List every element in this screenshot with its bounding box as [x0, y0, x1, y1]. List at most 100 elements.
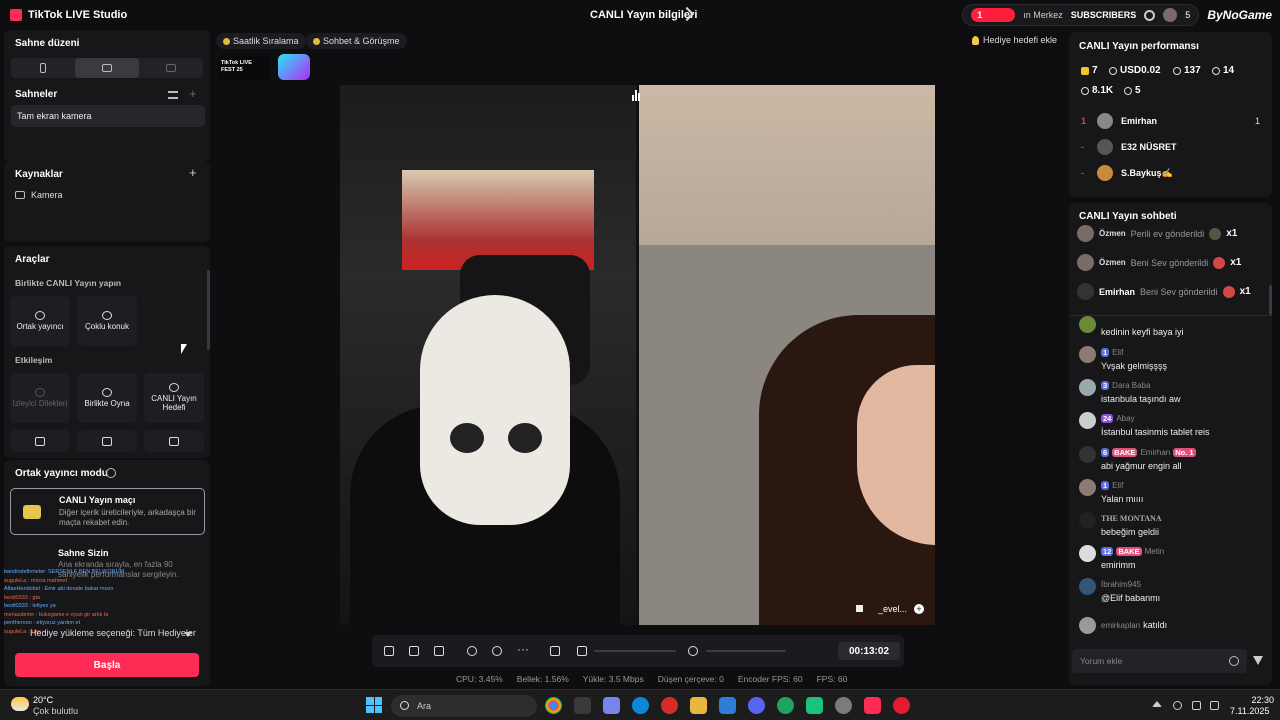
help-center-link[interactable]: ın Merkez — [1023, 10, 1063, 20]
live-match-option[interactable]: CANLI Yayın maçı Diğer içerik üreticiler… — [10, 488, 205, 535]
edge-icon[interactable] — [632, 697, 649, 714]
layout-icon[interactable] — [434, 646, 444, 656]
media-player-icon[interactable] — [893, 697, 910, 714]
ranking-row[interactable]: - E32 NÜSRET — [1081, 139, 1177, 155]
stream-preview[interactable] — [340, 85, 935, 625]
store-icon[interactable] — [719, 697, 736, 714]
weather-temp[interactable]: 20°C — [33, 695, 53, 705]
tiktok-studio-icon[interactable] — [864, 697, 881, 714]
add-source-icon[interactable]: + — [189, 165, 197, 180]
subscribers-widget[interactable]: 1 ın Merkez SUBSCRIBERS 5 — [962, 4, 1200, 26]
mouse-cursor-icon — [181, 344, 187, 354]
app-green-icon[interactable] — [806, 697, 823, 714]
source-item-camera[interactable]: Kamera — [15, 190, 63, 200]
live-timer: 00:13:02 — [838, 642, 900, 660]
tool-live-goal[interactable]: CANLI Yayın Hedefi — [144, 373, 204, 423]
rotate-icon — [166, 64, 176, 72]
filter-icon[interactable] — [1253, 656, 1263, 665]
app-gray-icon[interactable] — [835, 697, 852, 714]
network-icon[interactable] — [1192, 701, 1201, 710]
tool-poll[interactable] — [10, 430, 70, 452]
chat-scrollbar[interactable] — [1269, 285, 1272, 315]
chrome-alt-icon[interactable] — [777, 697, 794, 714]
clock-time[interactable]: 22:30 — [1244, 695, 1274, 705]
comment-input[interactable]: Yorum ekle — [1072, 649, 1247, 673]
clock-date[interactable]: 7.11.2025 — [1230, 706, 1269, 716]
settings-sliders-icon[interactable] — [550, 646, 560, 656]
mic-slider[interactable] — [706, 650, 786, 652]
gift-filter-select[interactable]: Hediye yükleme seçeneği: Tüm Hediyeler — [30, 628, 196, 638]
volume-icon[interactable] — [1210, 701, 1219, 710]
scenes-title: Sahneler — [15, 89, 58, 100]
audio-bars-icon[interactable] — [632, 89, 644, 101]
layout-portrait-tab[interactable] — [11, 58, 75, 78]
add-gift-goal-button[interactable]: Hediye hedefi ekle — [972, 35, 1057, 45]
snapshot-icon[interactable] — [492, 646, 502, 656]
layout-rotate-tab[interactable] — [139, 58, 203, 78]
avatar — [1079, 578, 1096, 595]
taskbar-search[interactable]: Ara — [391, 695, 537, 717]
teams-icon[interactable] — [603, 697, 620, 714]
speaker-icon[interactable] — [856, 605, 863, 612]
check-icon — [35, 436, 45, 446]
volume-icon[interactable] — [577, 646, 587, 656]
search-icon — [400, 701, 409, 710]
tool-viewer-wishes[interactable]: İzleyici Dilekleri — [10, 373, 70, 423]
folder-icon[interactable] — [690, 697, 707, 714]
weather-desc[interactable]: Çok bulutlu — [33, 706, 78, 716]
discord-icon[interactable] — [748, 697, 765, 714]
gift-event: Özmen Perili ev gönderildi x1 — [1077, 225, 1237, 242]
stage-yours-title[interactable]: Sahne Sizin — [58, 548, 109, 558]
tool-play-together[interactable]: Birlikte Oyna — [77, 373, 137, 423]
weather-icon[interactable] — [11, 697, 29, 711]
hourly-ranking-chip[interactable]: Saatlik Sıralama — [216, 33, 306, 49]
live-fest-badge-icon[interactable] — [278, 54, 310, 80]
help-icon[interactable] — [106, 468, 116, 478]
performance-panel: CANLI Yayın performansı 7 USD0.02 137 14… — [1069, 32, 1272, 197]
mode-card-title: CANLI Yayın maçı — [59, 495, 136, 505]
tiktok-logo-icon — [10, 9, 22, 21]
add-guest-icon[interactable]: + — [914, 604, 924, 614]
goal-icon — [169, 383, 179, 393]
sources-title: Kaynaklar — [15, 169, 63, 180]
volume-slider[interactable] — [594, 650, 676, 652]
emoji-icon[interactable] — [1229, 656, 1239, 666]
app-icon[interactable] — [574, 697, 591, 714]
tools-title: Araçlar — [15, 254, 50, 265]
scene-item[interactable]: Tam ekran kamera — [11, 105, 205, 127]
avatar — [1079, 617, 1096, 634]
chevron-down-icon[interactable] — [184, 632, 192, 637]
gift-icon — [1124, 86, 1132, 95]
microphone-icon[interactable] — [688, 646, 698, 656]
chrome-icon[interactable] — [545, 697, 562, 714]
windows-start-icon[interactable] — [366, 697, 382, 713]
chat-call-chip[interactable]: Sohbet & Görüşme — [306, 33, 407, 49]
live-fest-logo[interactable]: TikTok LIVE FEST 25 — [218, 56, 270, 80]
record-icon[interactable] — [467, 646, 477, 656]
cohost-mode-title: Ortak yayıncı modu — [15, 468, 108, 479]
ranking-row[interactable]: - S.Baykuş✍ — [1081, 165, 1173, 181]
likes-metric: 8.1K — [1081, 85, 1113, 96]
magic-wand-icon[interactable] — [384, 646, 394, 656]
opera-icon[interactable] — [661, 697, 678, 714]
tool-store[interactable] — [144, 430, 204, 452]
notification-pill[interactable]: 1 — [971, 8, 1016, 22]
tool-box[interactable] — [77, 430, 137, 452]
effects-icon[interactable] — [409, 646, 419, 656]
layout-landscape-tab[interactable] — [75, 58, 139, 78]
tool-multi-guest[interactable]: Çoklu konuk — [77, 296, 137, 346]
add-scene-icon[interactable]: + — [189, 86, 197, 101]
start-button[interactable]: Başla — [15, 653, 199, 677]
app-title: TikTok LIVE Studio — [28, 9, 128, 21]
gear-icon[interactable] — [1144, 9, 1156, 21]
tool-cohost[interactable]: Ortak yayıncı — [10, 296, 70, 346]
left-scrollbar[interactable] — [207, 270, 210, 350]
list-icon[interactable] — [168, 91, 178, 99]
subscribers-label: SUBSCRIBERS — [1070, 10, 1137, 20]
avatar[interactable] — [1163, 8, 1178, 22]
guest-name[interactable]: _evel... — [878, 604, 907, 614]
microphone-icon[interactable] — [1173, 701, 1182, 710]
chevron-up-icon[interactable] — [1152, 701, 1162, 707]
ranking-row[interactable]: 1 Emirhan — [1081, 113, 1157, 129]
more-icon[interactable]: ··· — [517, 643, 529, 656]
